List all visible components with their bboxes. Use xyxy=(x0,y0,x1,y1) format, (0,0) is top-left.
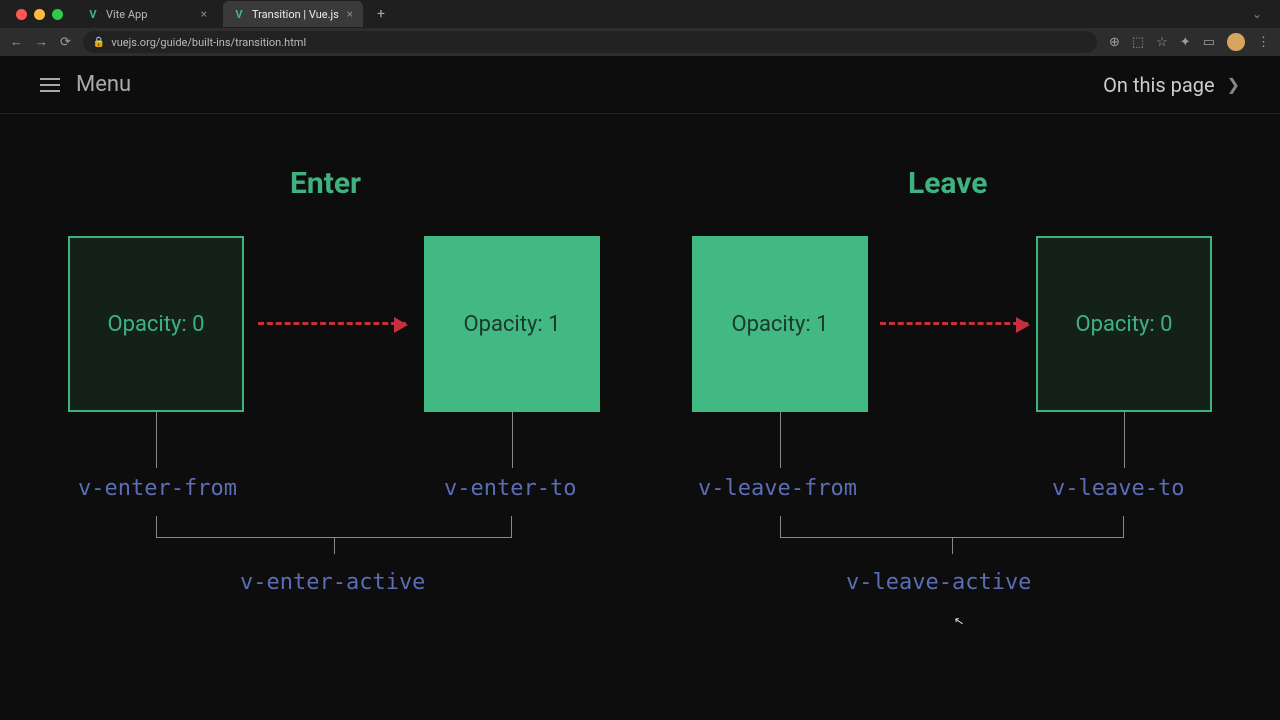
leave-arrow-icon xyxy=(880,322,1028,325)
forward-icon[interactable]: → xyxy=(35,34,48,50)
enter-to-class: v-enter-to xyxy=(444,476,576,501)
browser-tab-vue[interactable]: V Transition | Vue.js × xyxy=(223,1,363,27)
tab-title: Transition | Vue.js xyxy=(252,8,339,21)
on-this-page-button[interactable]: On this page ❯ xyxy=(1103,73,1240,97)
leave-from-box: Opacity: 1 xyxy=(692,236,868,412)
browser-tab-vite[interactable]: V Vite App × xyxy=(77,1,217,27)
side-panel-icon[interactable]: ▭ xyxy=(1203,35,1215,50)
tab-title: Vite App xyxy=(106,8,147,21)
leave-active-class: v-leave-active xyxy=(846,570,1031,595)
close-tab-icon[interactable]: × xyxy=(201,7,207,21)
maximize-window-icon[interactable] xyxy=(52,9,63,20)
install-icon[interactable]: ⬚ xyxy=(1132,35,1144,50)
leave-heading: Leave xyxy=(908,166,987,201)
minimize-window-icon[interactable] xyxy=(34,9,45,20)
connector-line xyxy=(156,412,157,468)
extensions-icon[interactable]: ✦ xyxy=(1180,35,1191,50)
back-icon[interactable]: ← xyxy=(10,34,23,50)
window-controls xyxy=(8,9,71,20)
enter-from-class: v-enter-from xyxy=(78,476,237,501)
enter-to-text: Opacity: 1 xyxy=(463,312,560,337)
menu-label: Menu xyxy=(76,72,131,97)
leave-bracket xyxy=(780,516,1124,538)
close-window-icon[interactable] xyxy=(16,9,27,20)
leave-bracket-stem xyxy=(952,538,953,554)
close-tab-icon[interactable]: × xyxy=(347,7,353,21)
tabs-overflow-icon[interactable]: ⌄ xyxy=(1252,7,1272,21)
leave-from-class: v-leave-from xyxy=(698,476,857,501)
enter-arrow-icon xyxy=(258,322,406,325)
chevron-right-icon: ❯ xyxy=(1227,75,1240,94)
leave-from-text: Opacity: 1 xyxy=(731,312,828,337)
enter-from-text: Opacity: 0 xyxy=(107,312,204,337)
lock-icon: 🔒 xyxy=(93,37,105,48)
vue-favicon-icon: V xyxy=(233,8,245,20)
connector-line xyxy=(780,412,781,468)
reload-icon[interactable]: ⟳ xyxy=(60,35,71,50)
transition-diagram: Enter Leave Opacity: 0 Opacity: 1 Opacit… xyxy=(0,136,1280,720)
connector-line xyxy=(512,412,513,468)
hamburger-icon xyxy=(40,78,60,92)
connector-line xyxy=(1124,412,1125,468)
browser-chrome: V Vite App × V Transition | Vue.js × + ⌄… xyxy=(0,0,1280,56)
enter-bracket xyxy=(156,516,512,538)
page-header: Menu On this page ❯ xyxy=(0,56,1280,114)
leave-to-text: Opacity: 0 xyxy=(1075,312,1172,337)
cursor-icon: ↖ xyxy=(953,613,965,629)
leave-to-class: v-leave-to xyxy=(1052,476,1184,501)
leave-to-box: Opacity: 0 xyxy=(1036,236,1212,412)
address-bar: ← → ⟳ 🔒 vuejs.org/guide/built-ins/transi… xyxy=(0,28,1280,56)
menu-dots-icon[interactable]: ⋮ xyxy=(1257,35,1270,50)
vite-favicon-icon: V xyxy=(87,8,99,20)
new-tab-button[interactable]: + xyxy=(371,6,391,22)
enter-heading: Enter xyxy=(290,166,361,201)
url-input[interactable]: 🔒 vuejs.org/guide/built-ins/transition.h… xyxy=(83,31,1097,53)
page-content: Menu On this page ❯ Enter Leave Opacity:… xyxy=(0,56,1280,720)
enter-active-class: v-enter-active xyxy=(240,570,425,595)
url-text: vuejs.org/guide/built-ins/transition.htm… xyxy=(111,36,306,49)
enter-from-box: Opacity: 0 xyxy=(68,236,244,412)
tab-bar: V Vite App × V Transition | Vue.js × + ⌄ xyxy=(0,0,1280,28)
profile-avatar[interactable] xyxy=(1227,33,1245,51)
on-this-page-label: On this page xyxy=(1103,73,1214,97)
bookmark-icon[interactable]: ☆ xyxy=(1156,35,1168,50)
enter-to-box: Opacity: 1 xyxy=(424,236,600,412)
enter-bracket-stem xyxy=(334,538,335,554)
zoom-icon[interactable]: ⊕ xyxy=(1109,35,1120,50)
menu-button[interactable]: Menu xyxy=(40,72,131,97)
